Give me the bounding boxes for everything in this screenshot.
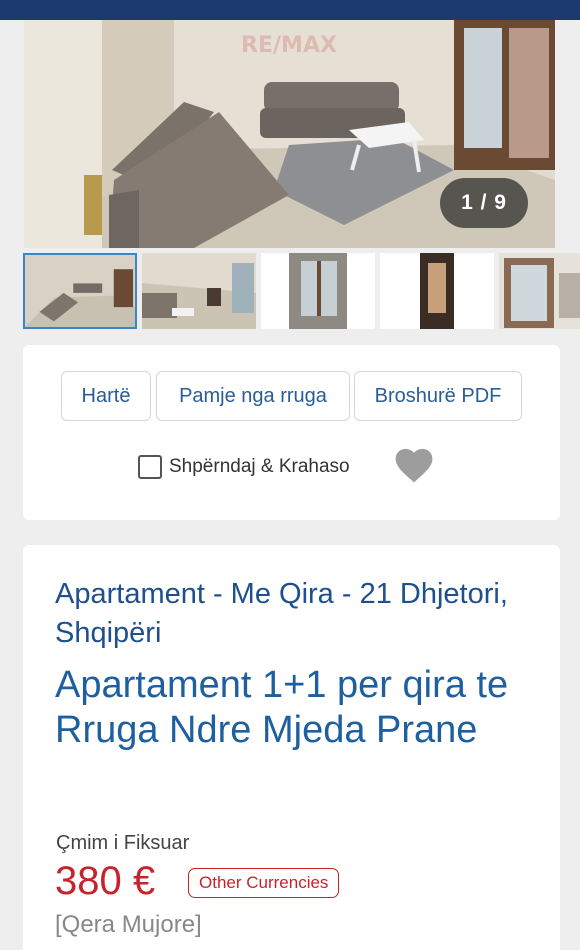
- other-currencies-button[interactable]: Other Currencies: [188, 868, 340, 898]
- thumbnail-1[interactable]: [23, 253, 137, 329]
- thumbnail-5[interactable]: [499, 253, 580, 329]
- thumbnail-4[interactable]: [380, 253, 494, 329]
- actions-card: Hartë Pamje nga rruga Broshurë PDF Shpër…: [23, 345, 560, 520]
- top-bar: [0, 0, 580, 20]
- price-value: 380 €: [55, 859, 156, 903]
- watermark-logo: RE/MAX: [241, 33, 337, 58]
- thumbnail-strip[interactable]: [23, 253, 580, 329]
- main-photo[interactable]: RE/MAX 1 / 9: [24, 20, 555, 248]
- heart-icon[interactable]: [393, 445, 435, 485]
- price-label: Çmim i Fiksuar: [56, 832, 190, 854]
- thumbnail-2[interactable]: [142, 253, 256, 329]
- thumbnail-3[interactable]: [261, 253, 375, 329]
- share-compare-label: Shpërndaj & Krahaso: [169, 456, 350, 477]
- map-button[interactable]: Hartë: [61, 371, 151, 421]
- listing-subtitle: Apartament - Me Qira - 21 Dhjetori, Shqi…: [55, 578, 508, 649]
- rent-period: [Qera Mujore]: [55, 911, 202, 938]
- brochure-pdf-button[interactable]: Broshurë PDF: [354, 371, 522, 421]
- share-compare-checkbox[interactable]: [138, 455, 162, 479]
- listing-details-card: Apartament - Me Qira - 21 Dhjetori, Shqi…: [23, 545, 560, 950]
- thumbnail-image: [142, 253, 256, 329]
- thumbnail-image: [499, 253, 580, 329]
- share-compare-row[interactable]: Shpërndaj & Krahaso: [138, 450, 350, 484]
- thumbnail-image: [380, 253, 494, 329]
- photo-counter: 1 / 9: [440, 178, 528, 228]
- thumbnail-image: [25, 255, 135, 327]
- thumbnail-image: [261, 253, 375, 329]
- street-view-button[interactable]: Pamje nga rruga: [156, 371, 350, 421]
- listing-title: Apartament 1+1 per qira te Rruga Ndre Mj…: [55, 664, 509, 751]
